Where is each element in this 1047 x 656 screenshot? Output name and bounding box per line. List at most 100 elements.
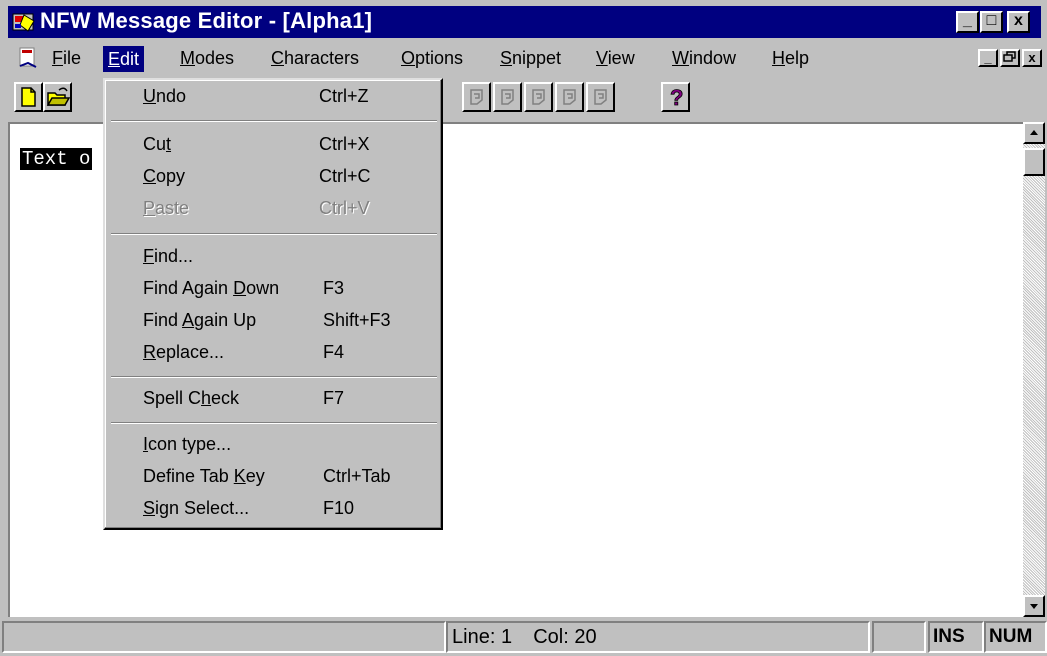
edit-menu-dropdown: Undo Ctrl+Z Cut Ctrl+X Copy Ctrl+C Paste… [103,78,443,530]
minimize-button[interactable]: _ [956,11,979,33]
menu-item-undo[interactable]: Undo Ctrl+Z [107,82,441,114]
menu-separator [111,376,437,378]
menu-edit[interactable]: Edit [103,46,145,72]
menu-view[interactable]: View [596,48,635,69]
menu-item-label: Paste [143,198,190,218]
format-icon-3 [526,89,551,114]
close-icon: x [1014,12,1023,29]
format-button-2[interactable] [493,82,522,112]
menu-characters-accel: C [271,48,284,68]
format-icon-4 [557,89,582,114]
menu-item-define-tab-key[interactable]: Define Tab Key Ctrl+Tab [107,462,441,494]
open-button[interactable] [43,82,72,112]
menu-bar: File Edit Modes Characters Options Snipp… [8,40,1042,76]
maximize-button[interactable]: □ [980,11,1003,33]
help-icon: ? [663,85,688,114]
format-button-3[interactable] [524,82,553,112]
menu-help[interactable]: Help [772,48,809,69]
menu-snippet-label: nippet [512,48,562,68]
format-button-4[interactable] [555,82,584,112]
menu-help-accel: H [772,48,785,68]
status-num: NUM [984,621,1047,653]
menu-item-find-again-up[interactable]: Find Again Up Shift+F3 [107,306,441,338]
menu-item-label: Find... [143,246,194,266]
menu-item-label: Replace... [143,342,225,362]
format-icon-2 [495,89,520,114]
menu-edit-label: dit [120,49,140,69]
menu-options[interactable]: Options [401,48,463,69]
menu-item-spell-check[interactable]: Spell Check F7 [107,384,441,416]
menu-edit-accel: E [108,49,121,69]
menu-item-label: Icon type... [143,434,232,454]
menu-item-label: Spell Check [143,388,240,408]
menu-item-label: Copy [143,166,186,186]
status-bar: Line: 1 Col: 20 INS NUM [0,619,1047,656]
menu-item-shortcut: F4 [323,342,345,362]
scroll-down-button[interactable] [1023,595,1045,617]
menu-modes[interactable]: Modes [180,48,234,69]
scroll-up-button[interactable] [1023,122,1045,144]
menu-item-label: Find Again Up [143,310,257,330]
window-title: NFW Message Editor - [Alpha1] [40,8,373,33]
menu-snippet[interactable]: Snippet [500,48,561,69]
app-window: NFW Message Editor - [Alpha1] _ □ x File… [0,0,1047,656]
menu-window-accel: W [672,48,689,68]
menu-separator [111,233,437,235]
menu-item-find[interactable]: Find... [107,242,441,274]
title-bar[interactable]: NFW Message Editor - [Alpha1] _ □ x [8,6,1041,38]
menu-item-shortcut: Shift+F3 [323,310,391,330]
menu-characters[interactable]: Characters [271,48,359,69]
menu-item-paste: Paste Ctrl+V [107,194,441,226]
new-button[interactable] [14,82,43,112]
menu-view-accel: V [596,48,608,68]
menu-item-label: Sign Select... [143,498,250,518]
status-line-label: Line: [452,626,496,648]
menu-modes-label: odes [195,48,235,68]
menu-item-shortcut: F10 [323,498,355,518]
mdi-restore-button[interactable] [1000,49,1020,67]
menu-item-find-again-down[interactable]: Find Again Down F3 [107,274,441,306]
menu-file[interactable]: File [52,48,81,69]
scroll-thumb[interactable] [1023,148,1045,176]
menu-window[interactable]: Window [672,48,736,69]
menu-item-icon-type[interactable]: Icon type... [107,430,441,462]
menu-window-label: indow [689,48,737,68]
menu-item-shortcut: Ctrl+Z [319,86,369,106]
mdi-minimize-button[interactable]: _ [978,49,998,67]
menu-item-cut[interactable]: Cut Ctrl+X [107,130,441,162]
menu-item-shortcut: F7 [323,388,345,408]
open-icon [45,87,71,114]
mdi-close-button[interactable]: x [1022,49,1042,67]
status-position-panel: Line: 1 Col: 20 [446,621,870,653]
menu-separator [111,422,437,424]
menu-item-copy[interactable]: Copy Ctrl+C [107,162,441,194]
menu-item-label: Cut [143,134,172,154]
format-button-5[interactable] [586,82,615,112]
arrow-up-icon [1030,130,1038,135]
format-button-1[interactable] [462,82,491,112]
status-message-panel [2,621,446,653]
menu-item-shortcut: Ctrl+C [319,166,371,186]
format-icon-5 [588,89,613,114]
mdi-close-icon: x [1028,50,1036,65]
document-icon[interactable] [18,47,38,69]
menu-item-sign-select[interactable]: Sign Select... F10 [107,494,441,526]
format-icon-1 [464,89,489,114]
close-button[interactable]: x [1007,11,1030,33]
menu-characters-label: haracters [284,48,360,68]
menu-item-label: Undo [143,86,187,106]
selected-text[interactable]: Text o [20,148,93,170]
svg-text:?: ? [670,85,683,110]
menu-options-label: ptions [415,48,464,68]
menu-item-replace[interactable]: Replace... F4 [107,338,441,370]
help-button[interactable]: ? [661,82,690,112]
menu-modes-accel: M [180,48,195,68]
status-empty-panel [872,621,926,653]
vertical-scrollbar[interactable] [1023,122,1045,617]
app-title-icon[interactable] [12,11,36,33]
new-icon [16,87,41,114]
menu-view-label: iew [607,48,635,68]
menu-separator [111,120,437,122]
menu-item-label: Find Again Down [143,278,280,298]
menu-item-shortcut: Ctrl+V [319,198,370,218]
